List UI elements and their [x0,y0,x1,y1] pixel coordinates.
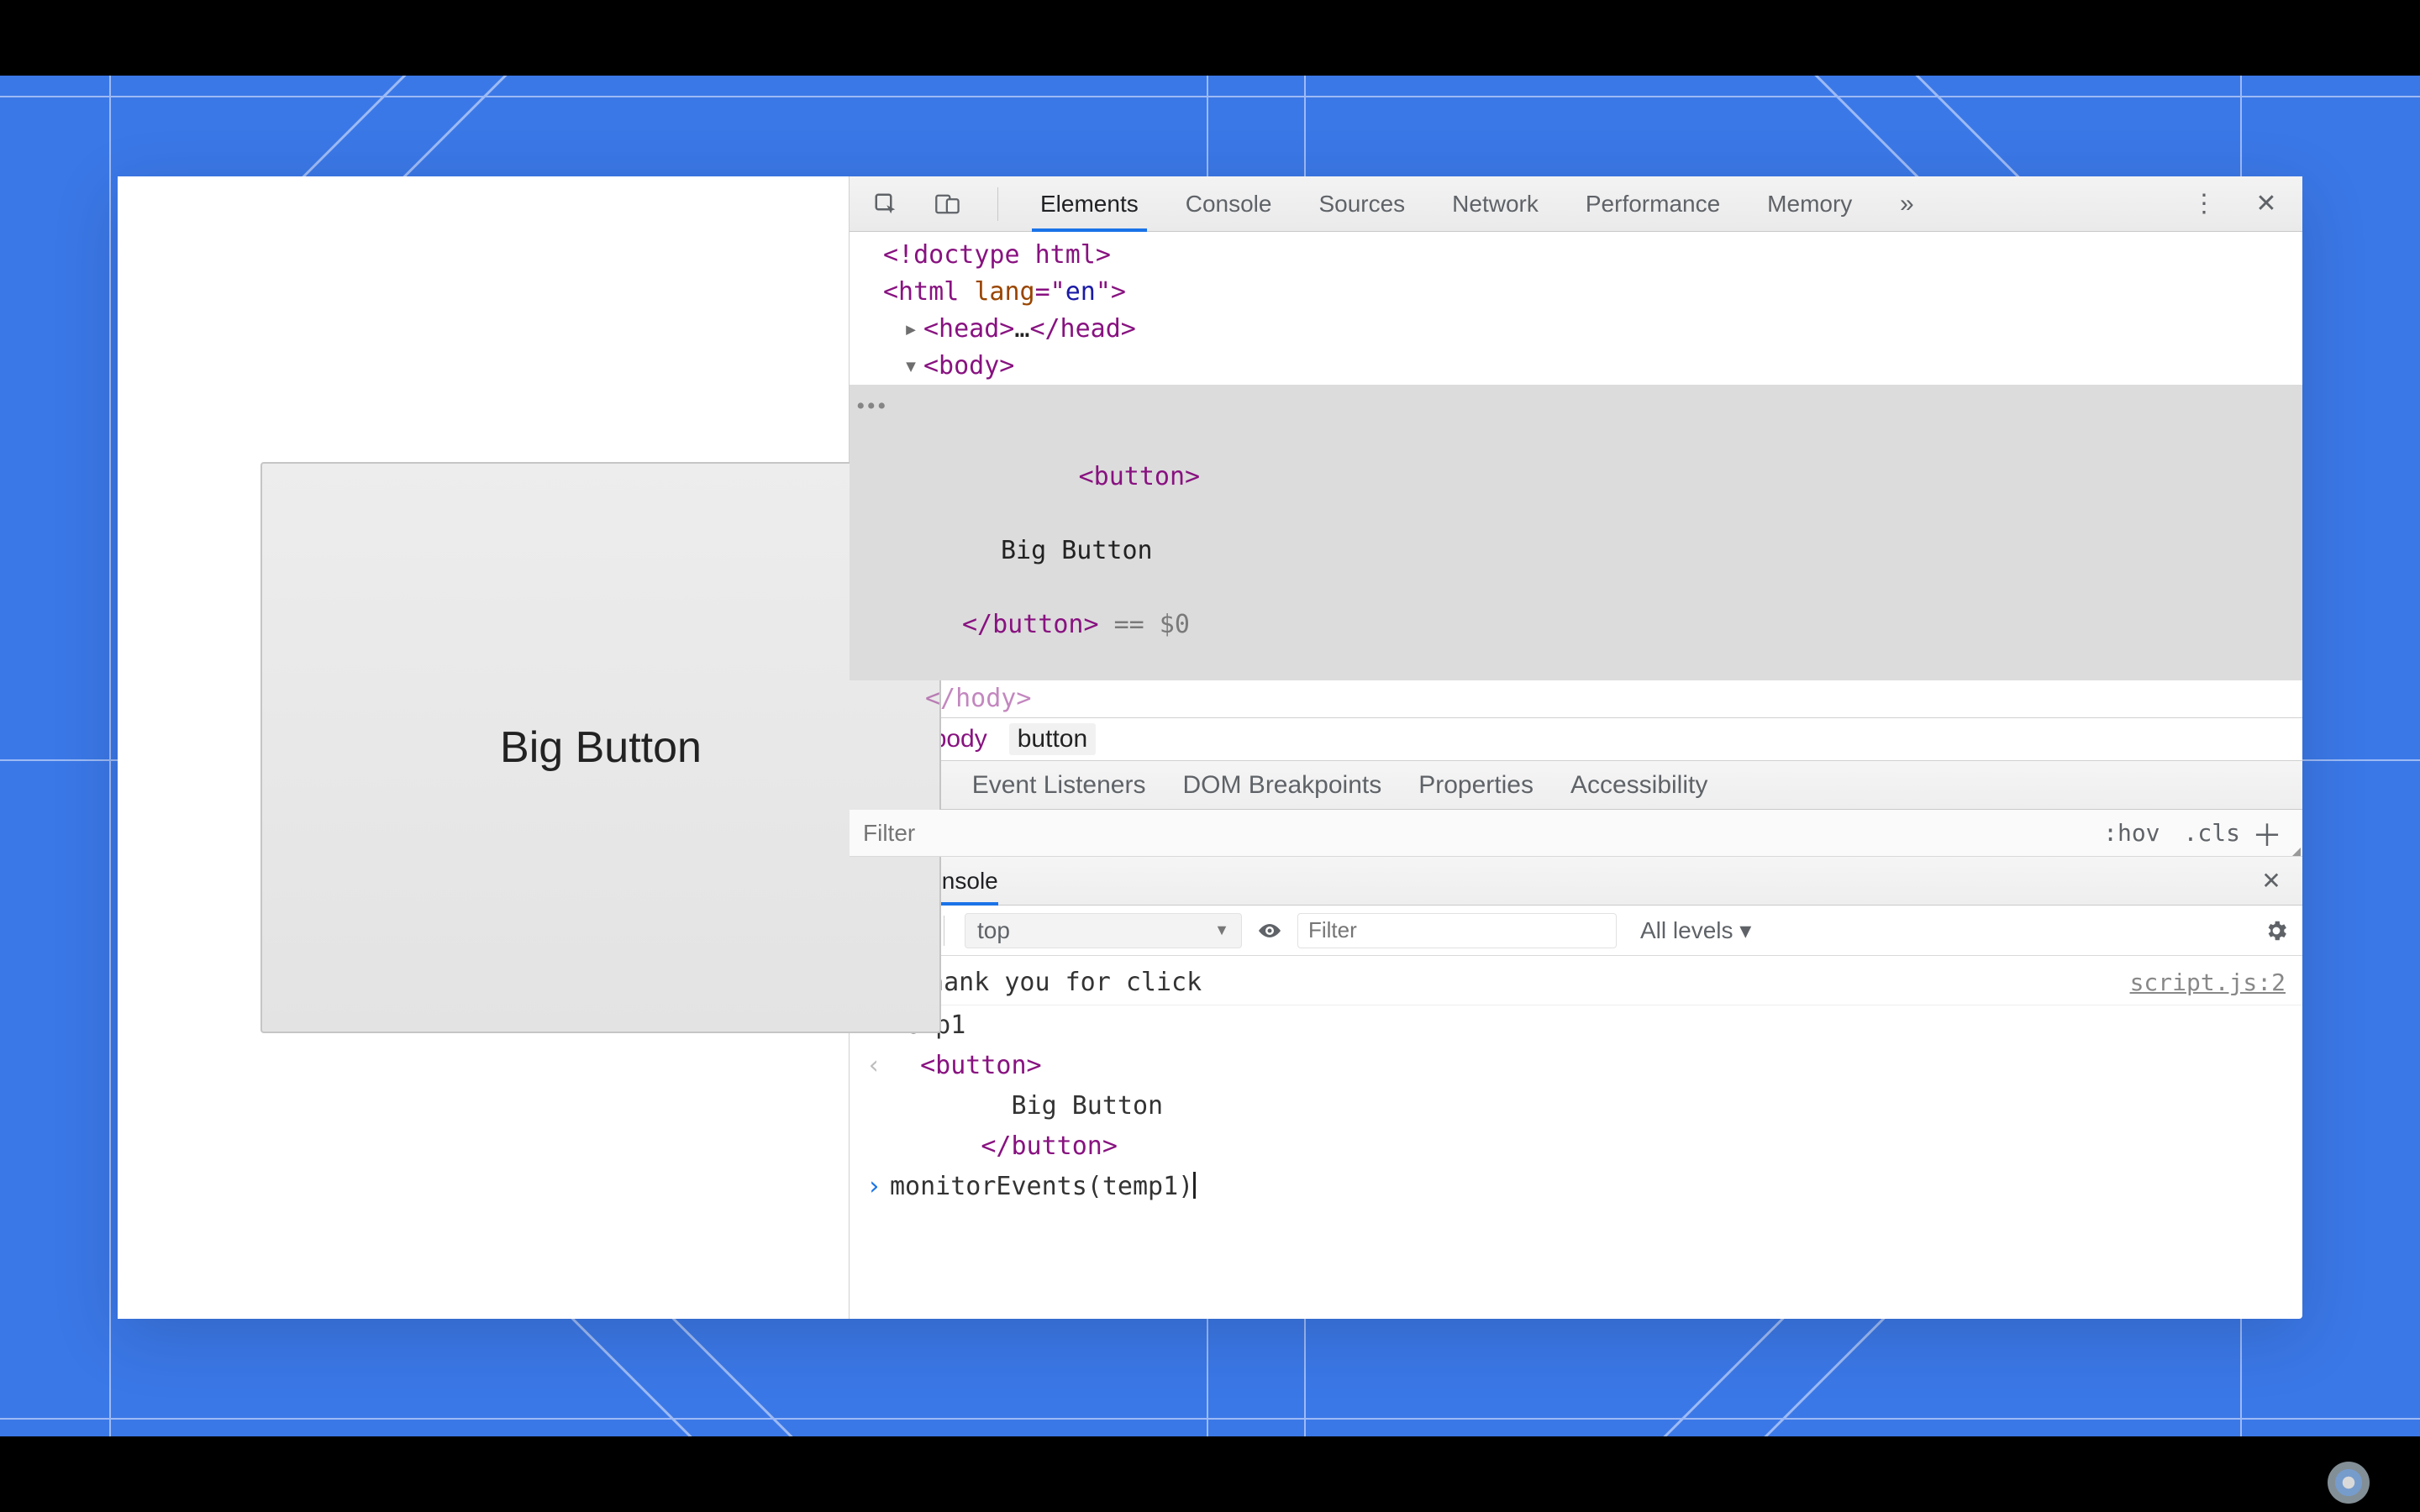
console-output[interactable]: thank you for click script.js:2 › temp1 … [850,956,2302,1319]
chrome-logo-icon [2328,1462,2370,1504]
cls-toggle[interactable]: .cls [2172,819,2252,847]
devtools-tabbar: Elements Console Sources Network Perform… [850,176,2302,232]
letterbox-bottom [0,1436,2420,1512]
tab-performance[interactable]: Performance [1577,176,1728,232]
console-input-row[interactable]: › temp1 [850,1005,2302,1046]
dom-node-html[interactable]: <html lang="en"> [883,277,1126,307]
tab-elements[interactable]: Elements [1032,176,1147,232]
dom-tree[interactable]: <!doctype html> <html lang="en"> ▸<head>… [850,232,2302,717]
hov-toggle[interactable]: :hov [2091,819,2171,847]
presentation-background: Big Button Elements Console Sources Netw… [0,76,2420,1436]
big-button[interactable]: Big Button [260,462,941,1033]
console-toolbar: top ▼ All levels ▾ [850,906,2302,956]
console-settings-icon[interactable] [2264,918,2289,943]
live-expression-icon[interactable] [1257,921,1282,940]
device-toggle-icon[interactable] [932,188,964,220]
log-source-link[interactable]: script.js:2 [2130,963,2286,1003]
dom-node-selected[interactable]: ••• <button> Big Button </button> == $0 [850,385,2302,680]
text-cursor [1193,1172,1196,1199]
close-devtools-icon[interactable]: ✕ [2250,188,2282,220]
chevron-down-icon: ▼ [1214,921,1229,939]
inspect-icon[interactable] [870,188,902,220]
console-filter-input[interactable] [1297,913,1617,948]
subtab-event-listeners[interactable]: Event Listeners [972,761,1146,810]
console-drawer-header: ⋮ Console ✕ [850,857,2302,906]
subtab-dom-breakpoints[interactable]: DOM Breakpoints [1182,761,1381,810]
console-output-row[interactable]: ‹ <button> Big Button </button> [850,1046,2302,1167]
overflow-dots-icon[interactable]: ••• [856,388,888,425]
styles-filter-bar: :hov .cls ＋ [850,810,2302,857]
styles-tabbar: Styles Event Listeners DOM Breakpoints P… [850,761,2302,810]
separator [997,187,998,221]
console-prompt-row[interactable]: › monitorEvents(temp1) [850,1167,2302,1207]
tab-memory[interactable]: Memory [1759,176,1860,232]
expand-arrow-icon[interactable]: ▸ [903,311,918,348]
log-levels-selector[interactable]: All levels ▾ [1632,916,1760,944]
tab-sources[interactable]: Sources [1310,176,1413,232]
letterbox-top [0,0,2420,76]
tab-console[interactable]: Console [1177,176,1281,232]
styles-filter-input[interactable] [850,820,2091,847]
context-selector[interactable]: top ▼ [965,913,1242,948]
context-value: top [977,917,1010,944]
browser-window: Big Button Elements Console Sources Netw… [118,176,2302,1319]
subtab-properties[interactable]: Properties [1418,761,1534,810]
resize-corner-icon[interactable] [2292,848,2301,856]
collapse-arrow-icon[interactable]: ▾ [903,348,918,385]
tab-network[interactable]: Network [1444,176,1547,232]
page-preview: Big Button [118,176,849,1319]
console-log-row[interactable]: thank you for click script.js:2 [850,963,2302,1005]
more-tabs-icon[interactable]: » [1891,188,1923,220]
dom-node-doctype[interactable]: <!doctype html> [883,240,1111,270]
breadcrumb-button[interactable]: button [1009,723,1096,755]
subtab-accessibility[interactable]: Accessibility [1570,761,1707,810]
breadcrumb: html body button [850,717,2302,761]
devtools-panel: Elements Console Sources Network Perform… [849,176,2302,1319]
close-drawer-icon[interactable]: ✕ [2257,867,2286,895]
console-drawer: ⋮ Console ✕ top ▼ [850,857,2302,1319]
kebab-menu-icon[interactable]: ⋮ [2188,188,2220,220]
